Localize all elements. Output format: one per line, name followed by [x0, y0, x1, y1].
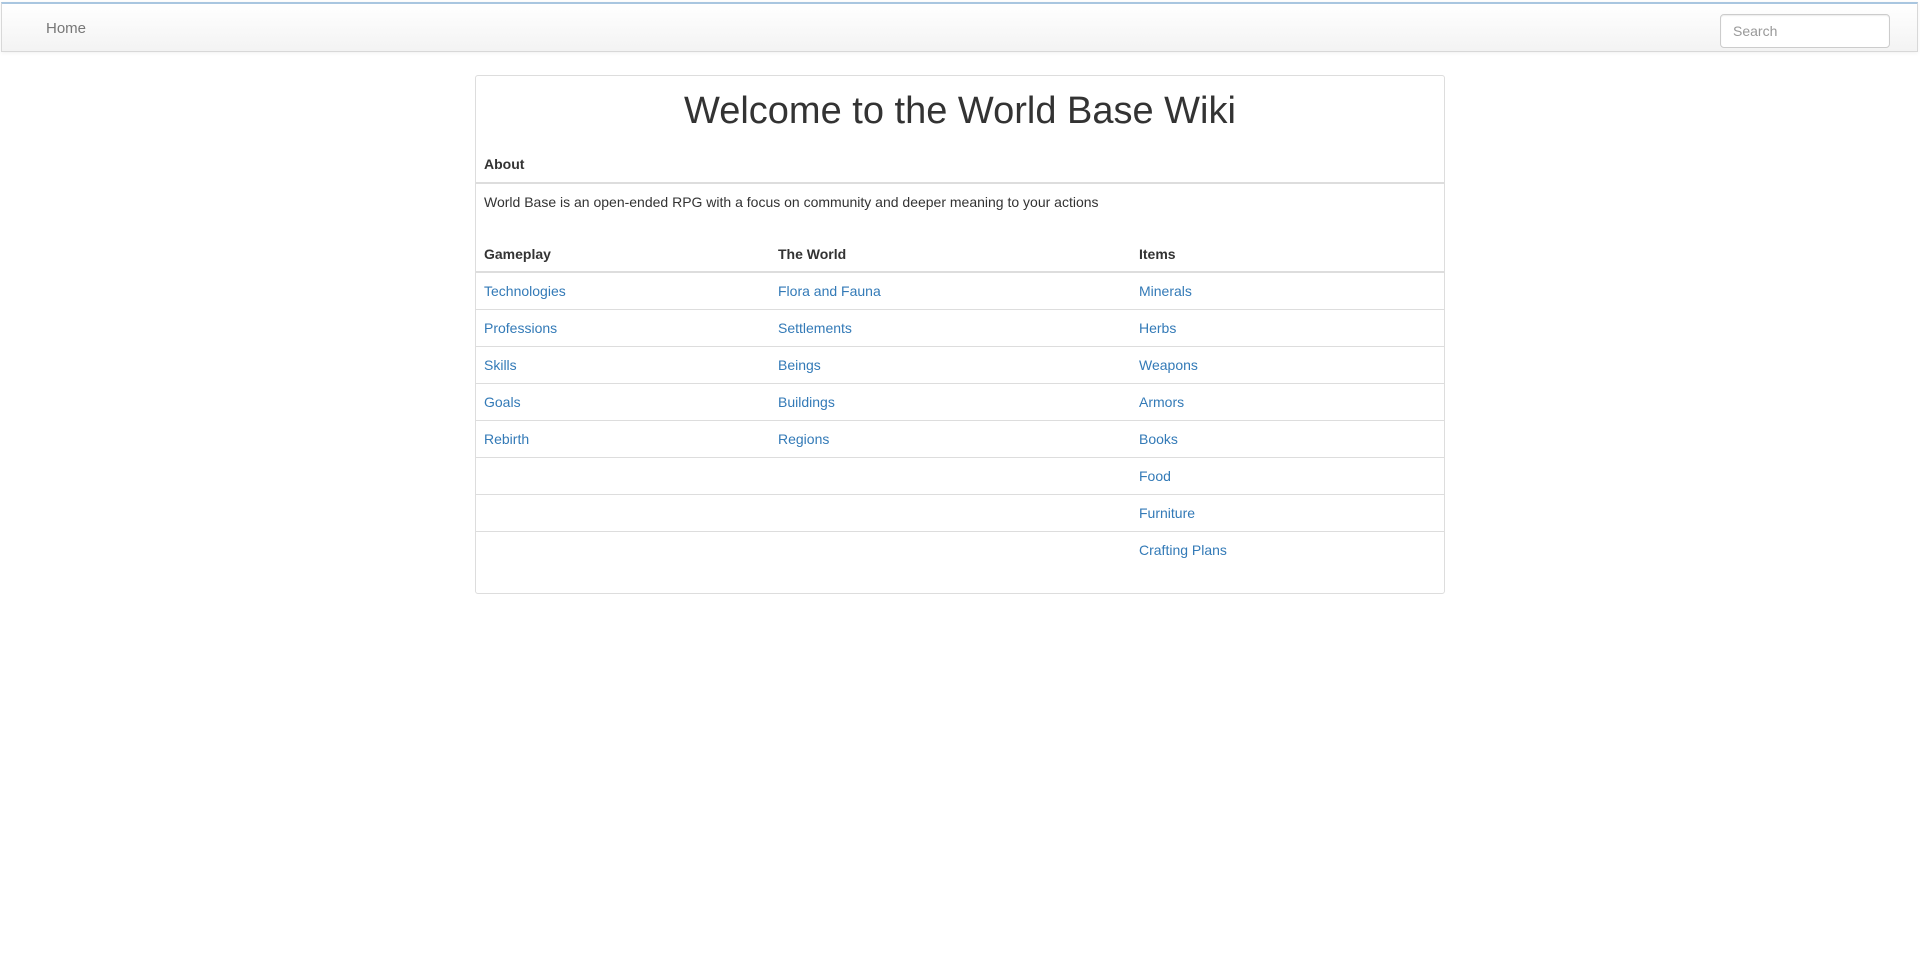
wiki-panel: Welcome to the World Base Wiki About Wor…	[475, 75, 1445, 594]
link-beings[interactable]: Beings	[778, 357, 821, 373]
table-cell-empty	[770, 456, 1131, 494]
table-cell: Settlements	[770, 308, 1131, 346]
link-flora-and-fauna[interactable]: Flora and Fauna	[778, 283, 881, 299]
link-food[interactable]: Food	[1139, 468, 1171, 484]
nav-home-link[interactable]: Home	[46, 20, 86, 37]
search-input[interactable]	[1720, 14, 1890, 48]
link-rebirth[interactable]: Rebirth	[484, 431, 529, 447]
table-cell-empty	[770, 530, 1131, 568]
link-books[interactable]: Books	[1139, 431, 1178, 447]
header-items: Items	[1131, 236, 1444, 273]
link-technologies[interactable]: Technologies	[484, 283, 566, 299]
link-furniture[interactable]: Furniture	[1139, 505, 1195, 521]
table-cell: Crafting Plans	[1131, 530, 1444, 568]
link-settlements[interactable]: Settlements	[778, 320, 852, 336]
header-the-world: The World	[770, 236, 1131, 273]
table-cell: Minerals	[1131, 272, 1444, 309]
link-buildings[interactable]: Buildings	[778, 394, 835, 410]
table-row: Technologies Flora and Fauna Minerals	[476, 272, 1444, 309]
about-heading: About	[484, 156, 525, 172]
link-crafting-plans[interactable]: Crafting Plans	[1139, 542, 1227, 558]
table-row: Food	[476, 456, 1444, 494]
link-weapons[interactable]: Weapons	[1139, 357, 1198, 373]
table-cell: Books	[1131, 419, 1444, 457]
table-cell: Food	[1131, 456, 1444, 494]
link-armors[interactable]: Armors	[1139, 394, 1184, 410]
link-skills[interactable]: Skills	[484, 357, 517, 373]
table-row: Furniture	[476, 493, 1444, 531]
table-cell: Goals	[476, 382, 770, 420]
table-cell: Flora and Fauna	[770, 272, 1131, 309]
category-table: Gameplay The World Items Technologies Fl…	[476, 236, 1444, 568]
link-minerals[interactable]: Minerals	[1139, 283, 1192, 299]
table-row: Goals Buildings Armors	[476, 382, 1444, 420]
link-professions[interactable]: Professions	[484, 320, 557, 336]
link-regions[interactable]: Regions	[778, 431, 829, 447]
about-text: World Base is an open-ended RPG with a f…	[484, 194, 1099, 210]
table-row: Rebirth Regions Books	[476, 419, 1444, 457]
table-cell: Armors	[1131, 382, 1444, 420]
table-row: Professions Settlements Herbs	[476, 308, 1444, 346]
table-header-row: Gameplay The World Items	[476, 236, 1444, 273]
table-cell: Rebirth	[476, 419, 770, 457]
table-row: Skills Beings Weapons	[476, 345, 1444, 383]
table-cell: Buildings	[770, 382, 1131, 420]
table-cell: Herbs	[1131, 308, 1444, 346]
header-gameplay: Gameplay	[476, 236, 770, 273]
link-goals[interactable]: Goals	[484, 394, 521, 410]
page-title: Welcome to the World Base Wiki	[684, 90, 1236, 132]
table-cell: Beings	[770, 345, 1131, 383]
table-cell-empty	[770, 493, 1131, 531]
about-divider	[476, 182, 1444, 184]
table-cell-empty	[476, 456, 770, 494]
table-cell: Weapons	[1131, 345, 1444, 383]
table-cell: Furniture	[1131, 493, 1444, 531]
table-cell: Technologies	[476, 272, 770, 309]
link-herbs[interactable]: Herbs	[1139, 320, 1176, 336]
table-cell: Professions	[476, 308, 770, 346]
table-cell: Skills	[476, 345, 770, 383]
table-row: Crafting Plans	[476, 530, 1444, 568]
table-cell-empty	[476, 530, 770, 568]
table-cell: Regions	[770, 419, 1131, 457]
top-navbar: Home	[1, 2, 1918, 52]
table-cell-empty	[476, 493, 770, 531]
